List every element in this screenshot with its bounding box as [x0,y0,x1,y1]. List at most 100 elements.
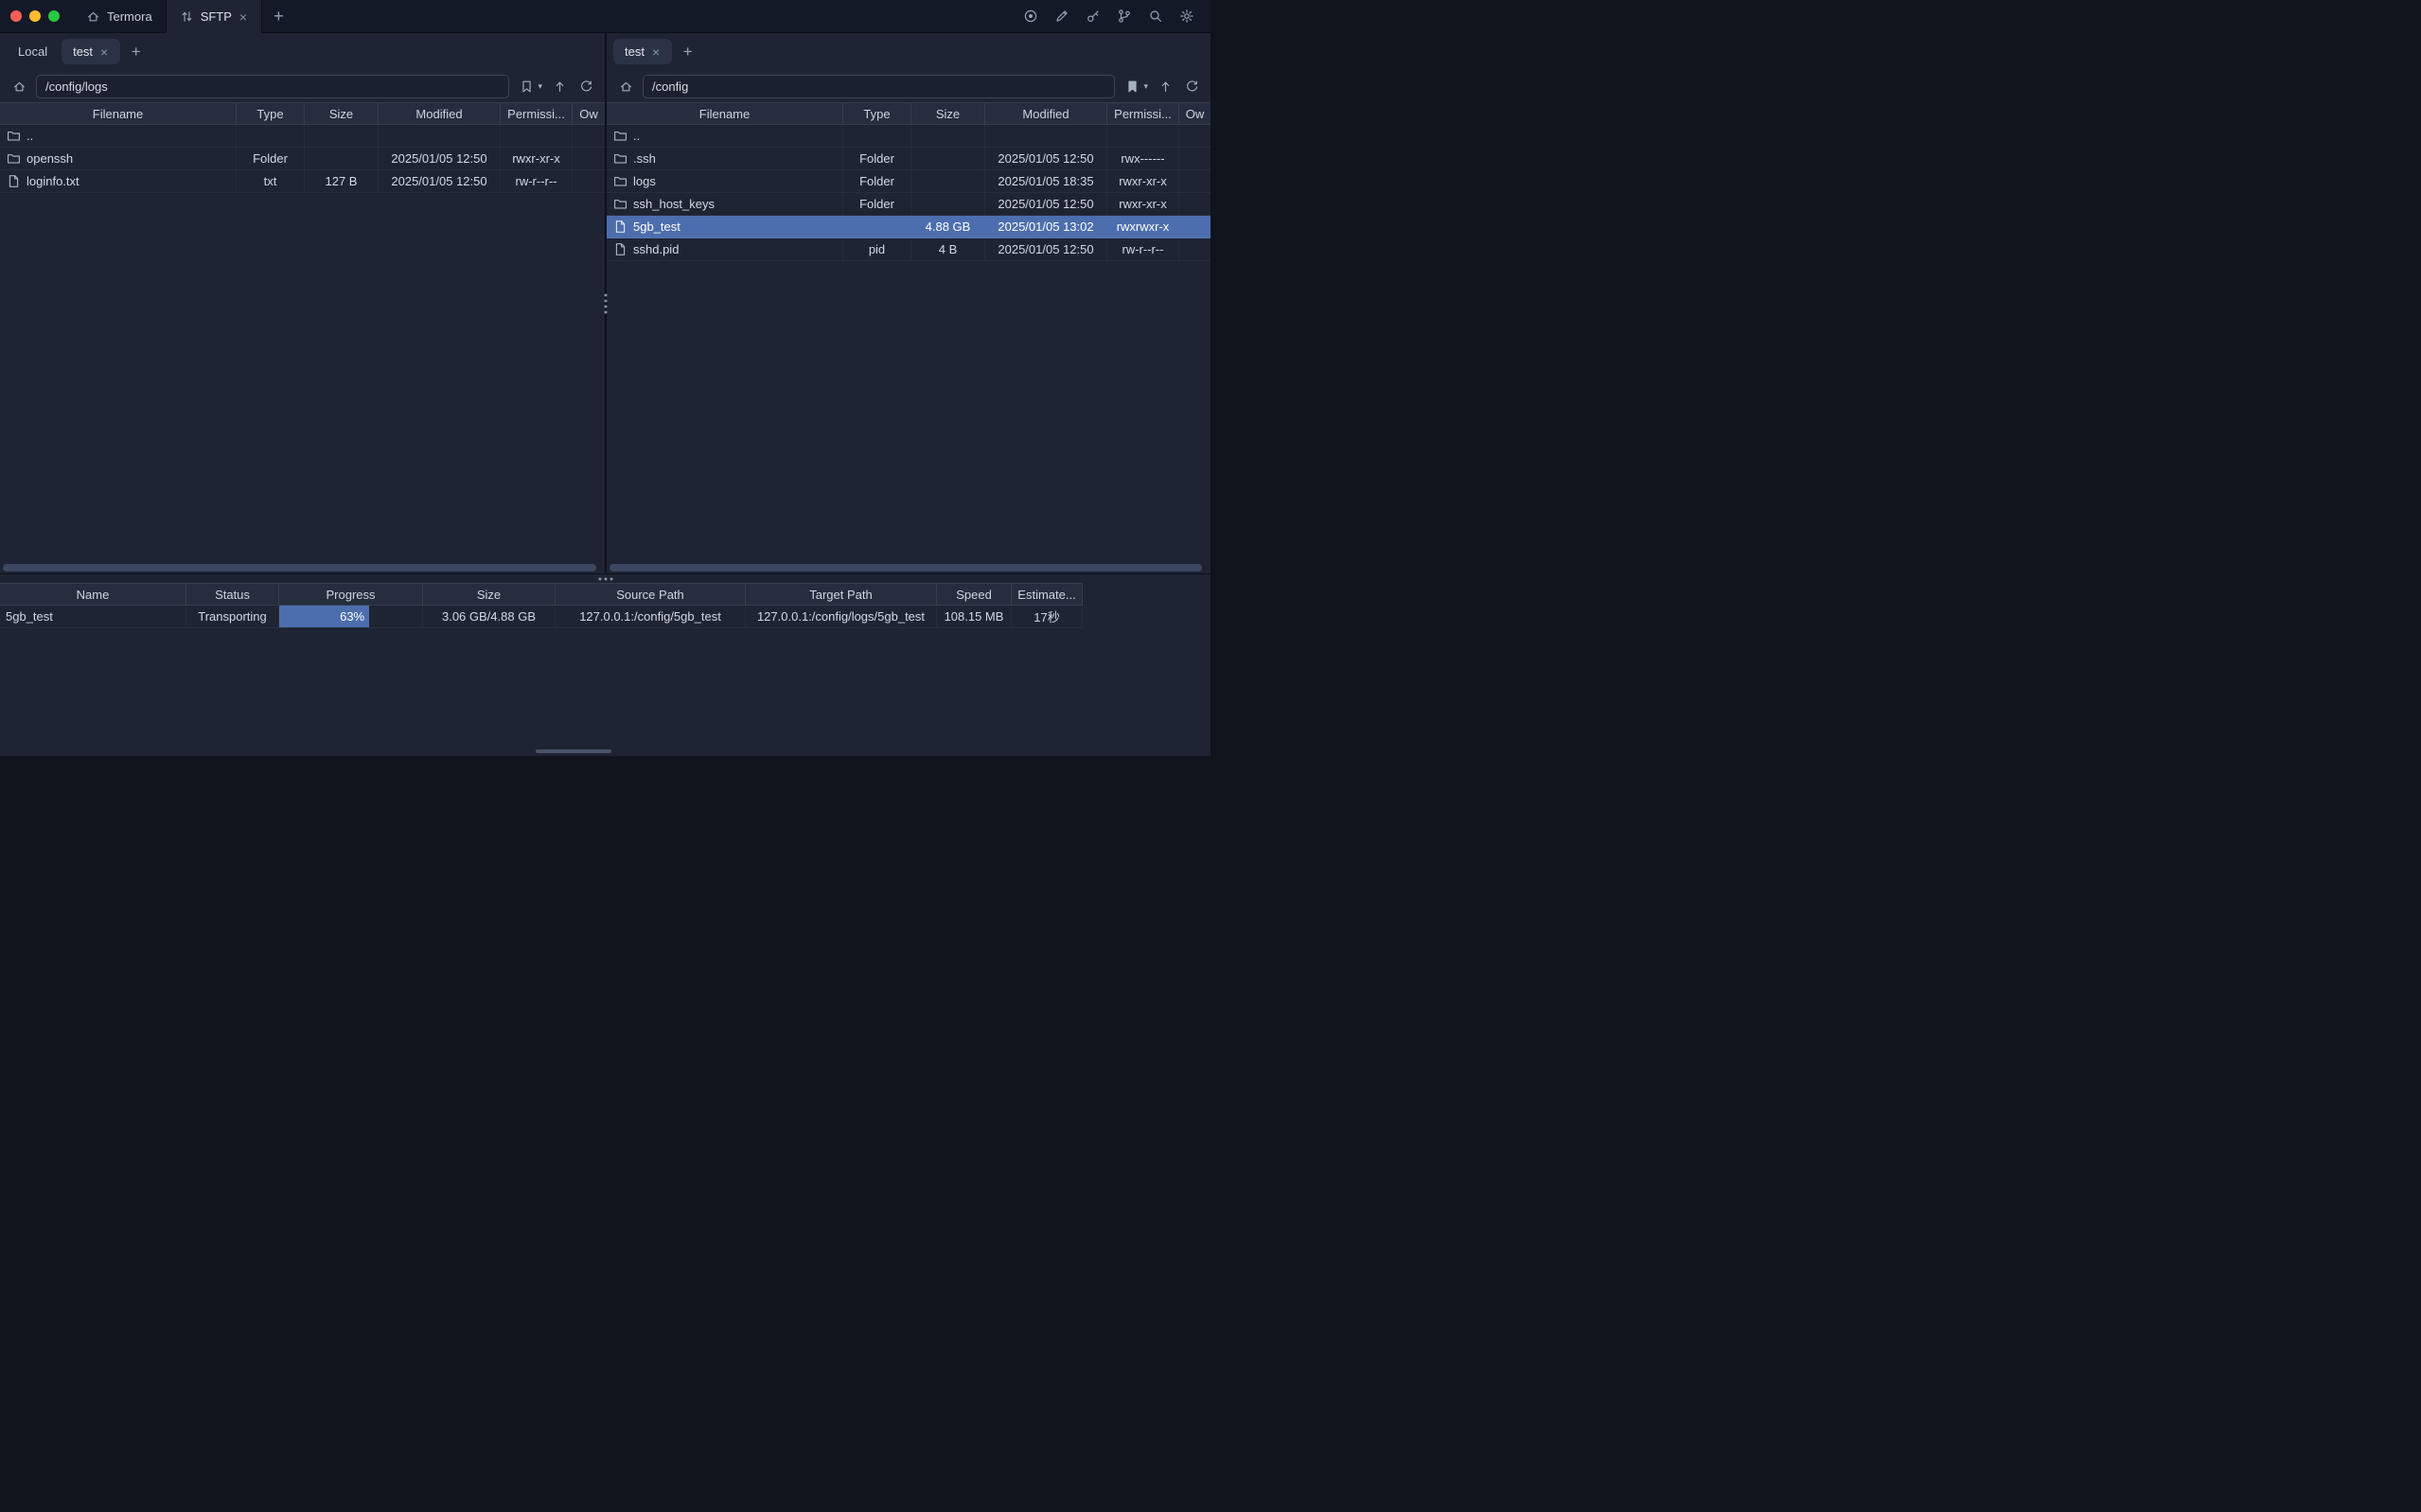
filename-text: openssh [27,151,73,166]
cell-permissions: rwxr-xr-x [501,148,573,169]
tab-test-left[interactable]: test × [62,39,120,64]
tab-test-right-label: test [625,44,645,59]
cell-type [843,125,911,147]
horizontal-scrollbar-right[interactable] [610,564,1202,571]
home-directory-button[interactable] [616,77,635,96]
cell-permissions: rwxrwxr-x [1107,216,1179,237]
table-row[interactable]: loginfo.txt txt 127 B 2025/01/05 12:50 r… [0,170,605,193]
column-header-permissions[interactable]: Permissi... [501,103,573,124]
cell-transfer-size: 3.06 GB/4.88 GB [423,606,556,627]
transfer-splitter[interactable] [0,573,1210,583]
table-row[interactable]: .. [607,125,1210,148]
filename-text: .. [633,129,640,143]
table-row[interactable]: ssh_host_keys Folder 2025/01/05 12:50 rw… [607,193,1210,216]
cell-owner [1179,193,1210,215]
column-header-owner[interactable]: Ow [1179,103,1210,124]
titlebar-toolbar [1023,0,1210,32]
bookmark-group-left: ▾ [517,77,542,96]
column-header-filename[interactable]: Filename [607,103,843,124]
table-row-selected[interactable]: 5gb_test 4.88 GB 2025/01/05 13:02 rwxrwx… [607,216,1210,238]
chevron-down-icon[interactable]: ▾ [538,81,542,92]
column-header-size[interactable]: Size [911,103,985,124]
scrollbar-thumb[interactable] [610,564,1202,571]
tab-sftp[interactable]: SFTP × [166,0,262,33]
table-row[interactable]: openssh Folder 2025/01/05 12:50 rwxr-xr-… [0,148,605,170]
bottom-scrollbar-thumb[interactable] [536,749,611,753]
column-header-modified[interactable]: Modified [985,103,1107,124]
refresh-button[interactable] [576,77,595,96]
cell-filename: .. [0,125,237,147]
record-icon[interactable] [1023,9,1038,24]
column-header-type[interactable]: Type [237,103,305,124]
cell-permissions: rwxr-xr-x [1107,170,1179,192]
scrollbar-thumb[interactable] [3,564,596,571]
tab-test-right[interactable]: test × [613,39,672,64]
refresh-button[interactable] [1182,77,1201,96]
right-table-header: Filename Type Size Modified Permissi... … [607,102,1210,125]
app-home-tab[interactable]: Termora [73,0,166,32]
cell-type: Folder [843,170,911,192]
column-header-type[interactable]: Type [843,103,911,124]
horizontal-scrollbar-left[interactable] [3,564,596,571]
column-header-owner[interactable]: Ow [573,103,605,124]
filename-text: .. [27,129,33,143]
column-header-source-path[interactable]: Source Path [556,584,746,605]
table-row[interactable]: sshd.pid pid 4 B 2025/01/05 12:50 rw-r--… [607,238,1210,261]
column-header-size[interactable]: Size [305,103,379,124]
new-panel-tab-button-left[interactable]: + [123,39,149,64]
column-header-modified[interactable]: Modified [379,103,501,124]
close-tab-icon[interactable]: × [239,10,248,24]
cell-permissions: rw-r--r-- [501,170,573,192]
cell-transfer-status: Transporting [186,606,279,627]
column-header-name[interactable]: Name [0,584,186,605]
cell-owner [573,125,605,147]
table-row[interactable]: .. [0,125,605,148]
edit-icon[interactable] [1054,9,1069,24]
close-window-button[interactable] [10,10,22,22]
close-tab-icon[interactable]: × [651,45,661,59]
cell-transfer-source: 127.0.0.1:/config/5gb_test [556,606,746,627]
tab-local[interactable]: Local [7,39,59,64]
settings-gear-icon[interactable] [1179,9,1194,24]
column-header-filename[interactable]: Filename [0,103,237,124]
new-window-tab-button[interactable]: + [262,0,295,32]
table-row[interactable]: logs Folder 2025/01/05 18:35 rwxr-xr-x [607,170,1210,193]
key-icon[interactable] [1086,9,1101,24]
path-input-right[interactable] [643,75,1115,98]
close-tab-icon[interactable]: × [99,45,109,59]
cell-owner [1179,148,1210,169]
cell-size [911,170,985,192]
column-header-size[interactable]: Size [423,584,556,605]
left-file-panel: Local test × + ▾ Filena [0,33,605,573]
right-file-panel: test × + ▾ Filename Type Size [607,33,1210,573]
cell-permissions [1107,125,1179,147]
bookmark-icon[interactable] [517,77,536,96]
column-header-target-path[interactable]: Target Path [746,584,937,605]
traffic-lights [0,0,73,32]
right-table-rows: .. .ssh Folder [607,125,1210,573]
column-header-progress[interactable]: Progress [279,584,423,605]
cell-size: 4 B [911,238,985,260]
new-panel-tab-button-right[interactable]: + [675,39,700,64]
parent-directory-button[interactable] [550,77,569,96]
path-input-left[interactable] [36,75,509,98]
parent-directory-button[interactable] [1156,77,1175,96]
table-row[interactable]: .ssh Folder 2025/01/05 12:50 rwx------ [607,148,1210,170]
home-directory-button[interactable] [9,77,28,96]
column-header-permissions[interactable]: Permissi... [1107,103,1179,124]
cell-modified: 2025/01/05 12:50 [985,193,1107,215]
folder-icon [613,174,627,188]
search-icon[interactable] [1148,9,1163,24]
folder-icon [7,151,21,166]
cell-size: 4.88 GB [911,216,985,237]
chevron-down-icon[interactable]: ▾ [1143,81,1148,92]
zoom-window-button[interactable] [48,10,60,22]
column-header-speed[interactable]: Speed [937,584,1012,605]
transfer-row[interactable]: 5gb_test Transporting 63% 3.06 GB/4.88 G… [0,606,1083,628]
cell-transfer-target: 127.0.0.1:/config/logs/5gb_test [746,606,937,627]
branch-icon[interactable] [1117,9,1132,24]
bookmark-filled-icon[interactable] [1122,77,1141,96]
column-header-estimate[interactable]: Estimate... [1012,584,1083,605]
column-header-status[interactable]: Status [186,584,279,605]
minimize-window-button[interactable] [29,10,41,22]
